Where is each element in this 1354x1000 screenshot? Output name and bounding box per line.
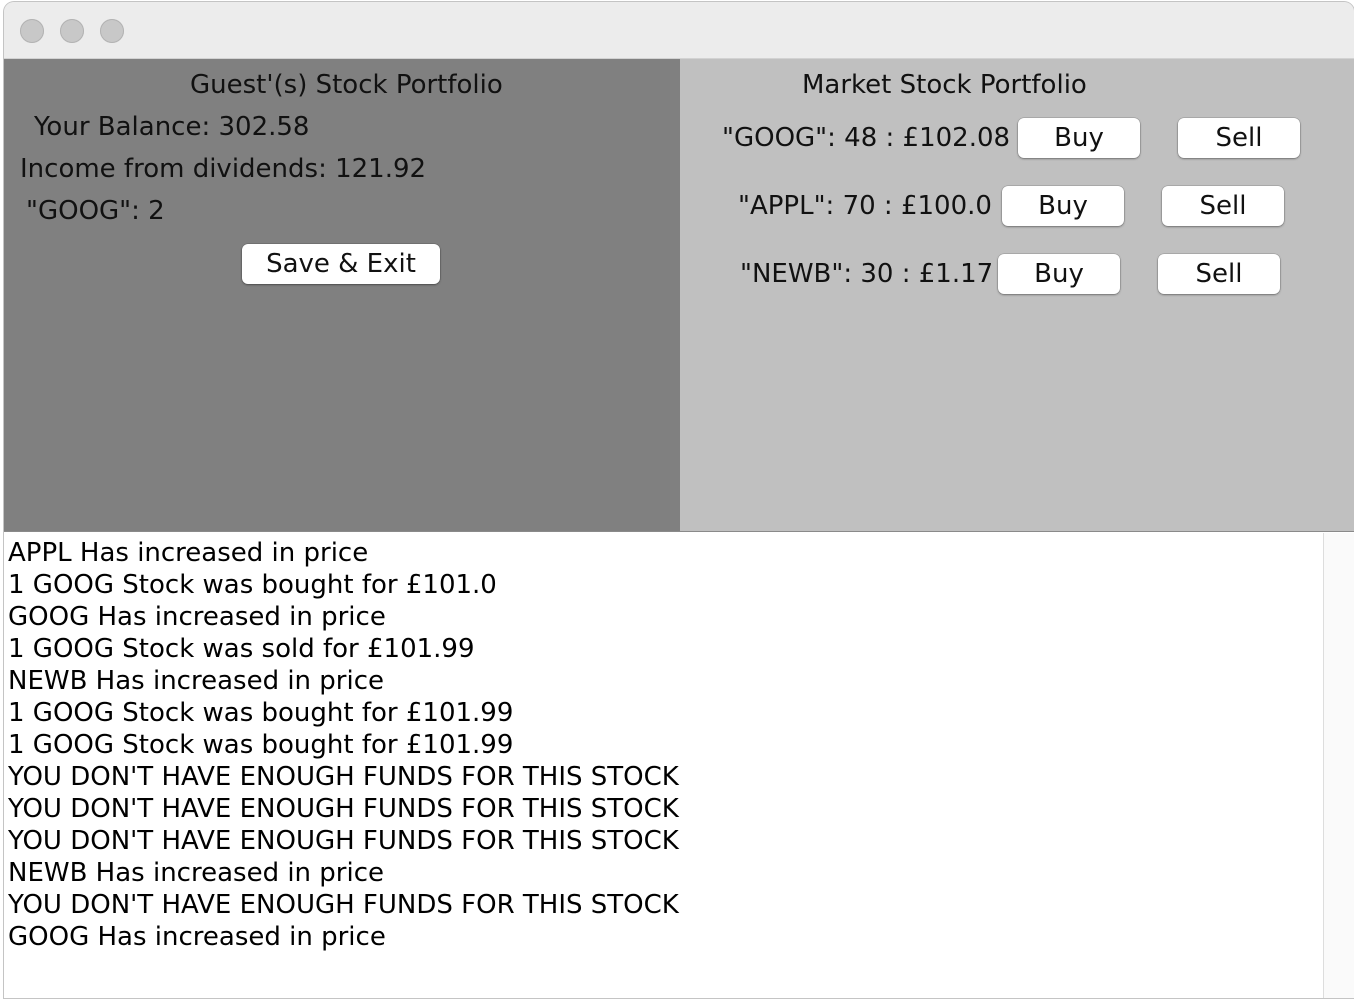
app-window: Guest'(s) Stock Portfolio Your Balance: … — [4, 2, 1354, 998]
log-line: YOU DON'T HAVE ENOUGH FUNDS FOR THIS STO… — [8, 890, 679, 920]
log-line: GOOG Has increased in price — [8, 602, 386, 632]
stock-label-goog: "GOOG": 48 : £102.08 — [722, 123, 1011, 153]
stock-label-appl: "APPL": 70 : £100.0 — [738, 191, 992, 221]
title-bar[interactable] — [4, 2, 1354, 59]
portfolio-title: Guest'(s) Stock Portfolio — [190, 70, 503, 100]
log-line: NEWB Has increased in price — [8, 858, 385, 888]
log-line: 1 GOOG Stock was bought for £101.0 — [8, 570, 497, 600]
buy-goog-button[interactable]: Buy — [1018, 118, 1140, 158]
user-portfolio-panel: Guest'(s) Stock Portfolio Your Balance: … — [4, 59, 680, 531]
market-panel: Market Stock Portfolio "GOOG": 48 : £102… — [680, 59, 1354, 531]
buy-appl-button[interactable]: Buy — [1002, 186, 1124, 226]
log-line: APPL Has increased in price — [8, 538, 369, 568]
buy-newb-button[interactable]: Buy — [998, 254, 1120, 294]
log-line: YOU DON'T HAVE ENOUGH FUNDS FOR THIS STO… — [8, 762, 679, 792]
minimize-window-button[interactable] — [60, 19, 84, 43]
zoom-window-button[interactable] — [100, 19, 124, 43]
save-exit-button[interactable]: Save & Exit — [242, 244, 440, 284]
sell-newb-button[interactable]: Sell — [1158, 254, 1280, 294]
log-list: APPL Has increased in price 1 GOOG Stock… — [8, 537, 1318, 953]
sell-appl-button[interactable]: Sell — [1162, 186, 1284, 226]
log-line: 1 GOOG Stock was bought for £101.99 — [8, 730, 514, 760]
log-line: GOOG Has increased in price — [8, 922, 386, 952]
close-window-button[interactable] — [20, 19, 44, 43]
balance-label: Your Balance: 302.58 — [34, 112, 310, 142]
market-title: Market Stock Portfolio — [802, 70, 1087, 100]
log-scrollbar[interactable] — [1323, 533, 1354, 998]
log-line: 1 GOOG Stock was bought for £101.99 — [8, 698, 514, 728]
holding-goog: "GOOG": 2 — [26, 196, 165, 226]
log-line: YOU DON'T HAVE ENOUGH FUNDS FOR THIS STO… — [8, 826, 679, 856]
sell-goog-button[interactable]: Sell — [1178, 118, 1300, 158]
transaction-log[interactable]: APPL Has increased in price 1 GOOG Stock… — [4, 531, 1354, 998]
log-line: YOU DON'T HAVE ENOUGH FUNDS FOR THIS STO… — [8, 794, 679, 824]
stock-label-newb: "NEWB": 30 : £1.17 — [740, 259, 994, 289]
log-line: NEWB Has increased in price — [8, 666, 385, 696]
log-line: 1 GOOG Stock was sold for £101.99 — [8, 634, 475, 664]
dividends-label: Income from dividends: 121.92 — [20, 154, 427, 184]
